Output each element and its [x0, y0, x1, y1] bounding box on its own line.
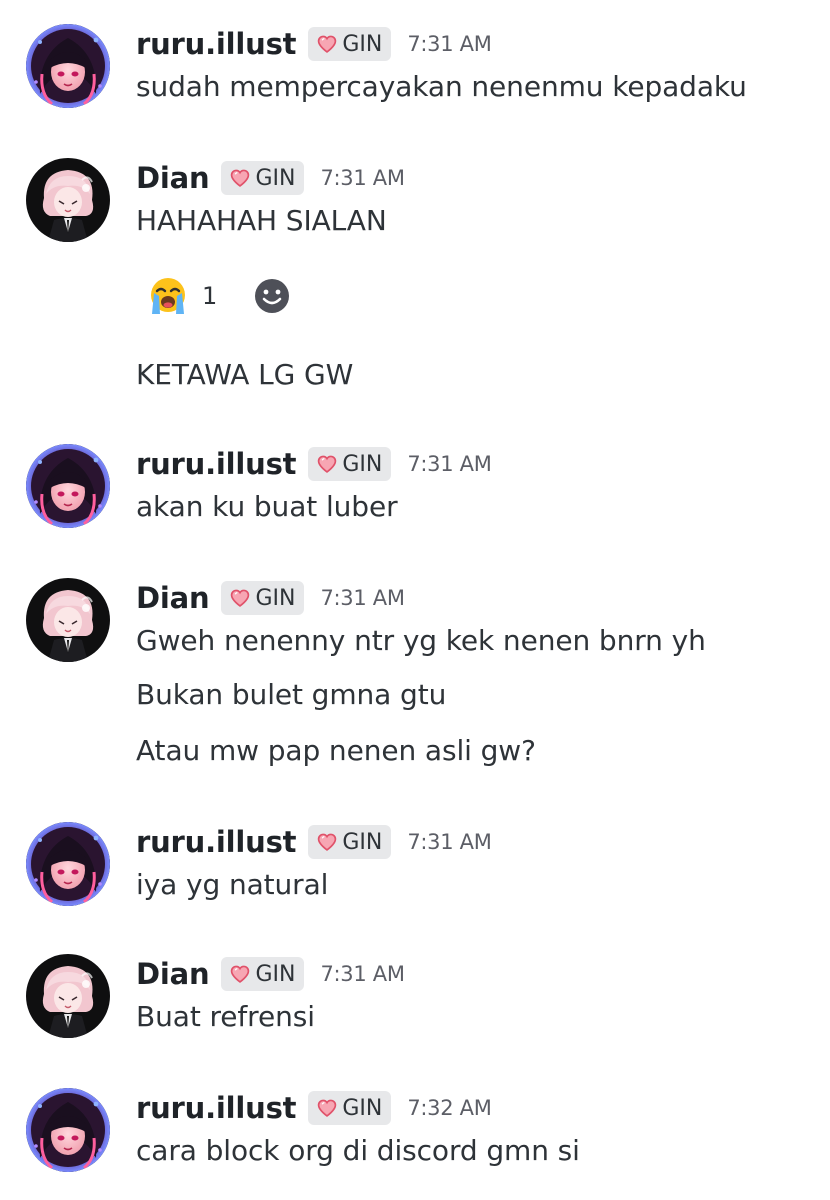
reaction-count: 1: [202, 282, 218, 310]
user-avatar[interactable]: [26, 822, 110, 906]
message-text: cara block org di discord gmn si: [136, 1134, 580, 1167]
reaction-pill[interactable]: 1: [146, 274, 217, 318]
user-avatar[interactable]: [26, 954, 110, 1038]
message-text: Bukan bulet gmna gtu: [136, 678, 447, 711]
pink-heart-icon: [318, 833, 337, 851]
pink-heart-icon: [231, 965, 250, 983]
username[interactable]: ruru.illust: [136, 27, 297, 61]
timestamp[interactable]: 7:32 AM: [407, 1096, 492, 1120]
pink-heart-icon: [231, 169, 250, 187]
username[interactable]: Dian: [136, 161, 210, 195]
user-avatar[interactable]: [26, 578, 110, 662]
timestamp[interactable]: 7:31 AM: [407, 32, 492, 56]
server-tag[interactable]: GIN: [308, 1091, 392, 1125]
message-header: ruru.illust GIN 7:31 AM: [136, 822, 492, 862]
message-text: Atau mw pap nenen asli gw?: [136, 734, 536, 767]
pink-heart-icon: [318, 35, 337, 53]
server-tag[interactable]: GIN: [221, 957, 305, 991]
pink-heart-icon: [231, 589, 250, 607]
message-text: Buat refrensi: [136, 1000, 315, 1033]
message-text: iya yg natural: [136, 868, 329, 901]
message-header: Dian GIN 7:31 AM: [136, 578, 405, 618]
user-avatar[interactable]: [26, 444, 110, 528]
user-avatar[interactable]: [26, 1088, 110, 1172]
message-text: Gweh nenenny ntr yg kek nenen bnrn yh: [136, 624, 706, 657]
timestamp[interactable]: 7:31 AM: [320, 586, 405, 610]
server-tag-label: GIN: [342, 1095, 383, 1121]
message-header: ruru.illust GIN 7:32 AM: [136, 1088, 492, 1128]
avatar-ruru-icon: [26, 1088, 110, 1172]
user-avatar[interactable]: [26, 158, 110, 242]
timestamp[interactable]: 7:31 AM: [407, 452, 492, 476]
server-tag-label: GIN: [342, 31, 383, 57]
avatar-ruru-icon: [26, 822, 110, 906]
smiley-add-reaction-icon: [255, 279, 290, 313]
message-header: Dian GIN 7:31 AM: [136, 954, 405, 994]
server-tag[interactable]: GIN: [308, 27, 392, 61]
username[interactable]: Dian: [136, 957, 210, 991]
message-text: KETAWA LG GW: [136, 358, 354, 391]
message-header: Dian GIN 7:31 AM: [136, 158, 405, 198]
username[interactable]: ruru.illust: [136, 447, 297, 481]
server-tag[interactable]: GIN: [308, 825, 392, 859]
avatar-dian-icon: [26, 578, 110, 662]
message-text: HAHAHAH SIALAN: [136, 204, 387, 237]
avatar-ruru-icon: [26, 444, 110, 528]
server-tag-label: GIN: [255, 585, 296, 611]
username[interactable]: ruru.illust: [136, 825, 297, 859]
server-tag-label: GIN: [342, 451, 383, 477]
timestamp[interactable]: 7:31 AM: [320, 962, 405, 986]
username[interactable]: Dian: [136, 581, 210, 615]
timestamp[interactable]: 7:31 AM: [407, 830, 492, 854]
add-reaction-button[interactable]: [253, 277, 291, 315]
timestamp[interactable]: 7:31 AM: [320, 166, 405, 190]
avatar-dian-icon: [26, 158, 110, 242]
server-tag[interactable]: GIN: [221, 161, 305, 195]
pink-heart-icon: [318, 1099, 337, 1117]
user-avatar[interactable]: [26, 24, 110, 108]
server-tag[interactable]: GIN: [221, 581, 305, 615]
server-tag-label: GIN: [255, 165, 296, 191]
server-tag-label: GIN: [342, 829, 383, 855]
reaction-bar: 1: [146, 274, 291, 318]
username[interactable]: ruru.illust: [136, 1091, 297, 1125]
server-tag-label: GIN: [255, 961, 296, 987]
server-tag[interactable]: GIN: [308, 447, 392, 481]
message-text: akan ku buat luber: [136, 490, 398, 523]
loudly-crying-face-emoji-icon: [151, 278, 185, 314]
avatar-dian-icon: [26, 954, 110, 1038]
avatar-ruru-icon: [26, 24, 110, 108]
message-header: ruru.illust GIN 7:31 AM: [136, 444, 492, 484]
pink-heart-icon: [318, 455, 337, 473]
message-text: sudah mempercayakan nenenmu kepadaku: [136, 70, 747, 103]
message-header: ruru.illust GIN 7:31 AM: [136, 24, 492, 64]
